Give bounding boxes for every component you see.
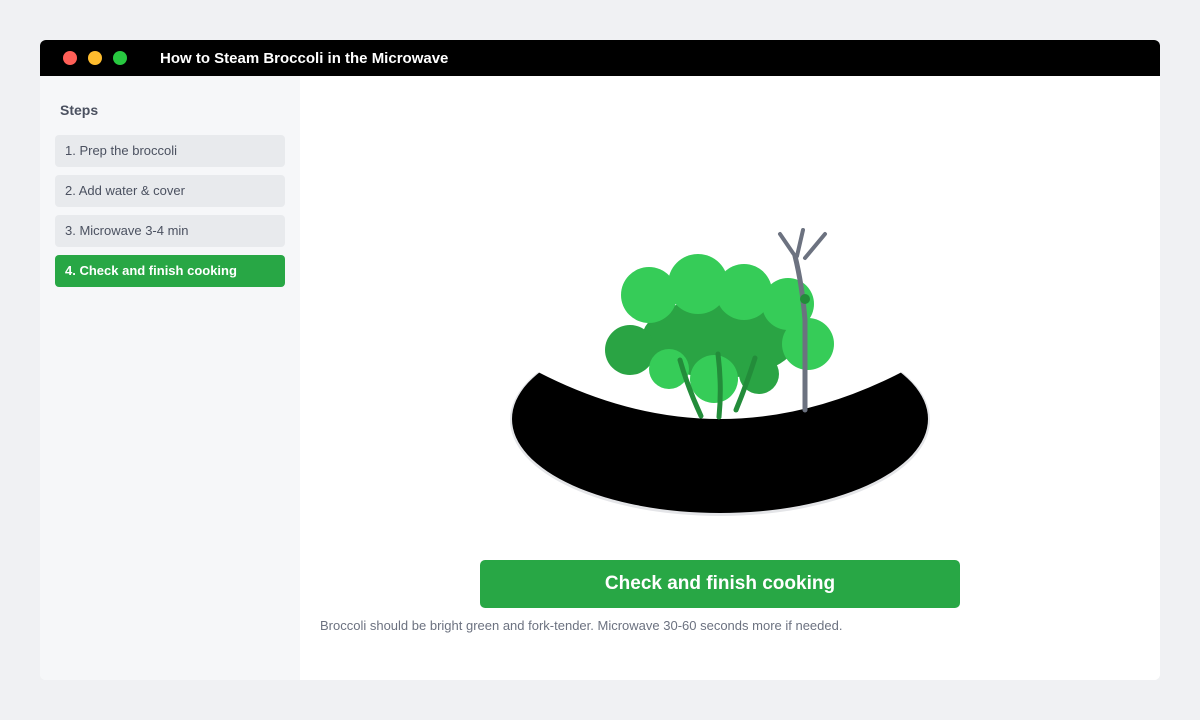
broccoli-bowl-illustration <box>510 226 930 516</box>
step-item-prep[interactable]: 1. Prep the broccoli <box>55 135 285 167</box>
sidebar-heading: Steps <box>60 102 99 118</box>
maximize-window-button[interactable] <box>113 51 127 65</box>
check-finish-button[interactable]: Check and finish cooking <box>480 560 960 608</box>
steps-sidebar: Steps 1. Prep the broccoli 2. Add water … <box>40 76 300 680</box>
window-title: How to Steam Broccoli in the Microwave <box>160 50 449 67</box>
step-item-add-water[interactable]: 2. Add water & cover <box>55 175 285 207</box>
step-item-check-finish[interactable]: 4. Check and finish cooking <box>55 255 285 287</box>
title-bar: How to Steam Broccoli in the Microwave <box>40 40 1160 76</box>
step-item-microwave[interactable]: 3. Microwave 3-4 min <box>55 215 285 247</box>
minimize-window-button[interactable] <box>88 51 102 65</box>
main-content: Check and finish cooking Broccoli should… <box>300 76 1160 680</box>
close-window-button[interactable] <box>63 51 77 65</box>
app-window: How to Steam Broccoli in the Microwave S… <box>40 40 1160 680</box>
hint-text: Broccoli should be bright green and fork… <box>320 618 843 633</box>
step-list: 1. Prep the broccoli 2. Add water & cove… <box>55 135 285 295</box>
